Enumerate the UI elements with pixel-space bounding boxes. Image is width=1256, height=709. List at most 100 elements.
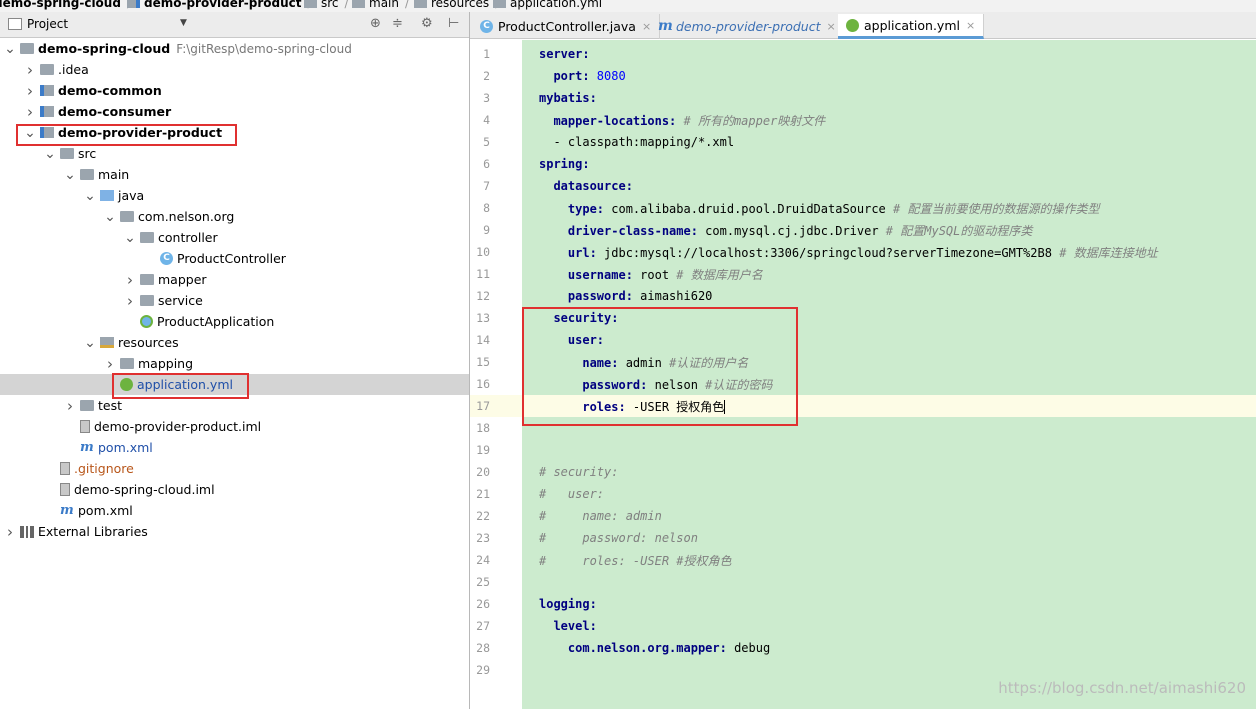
tree-node[interactable]: › mapping	[0, 353, 469, 374]
tree-node[interactable]: demo-provider-product.iml	[0, 416, 469, 437]
package-icon	[140, 295, 154, 306]
package-icon	[120, 211, 134, 222]
tree-node[interactable]: › demo-consumer	[0, 101, 469, 122]
tree-node[interactable]: › demo-common	[0, 80, 469, 101]
breadcrumb-item[interactable]: demo-spring-cloud/	[0, 0, 131, 10]
line-number: 8	[483, 201, 490, 215]
editor-tab[interactable]: C ProductController.java ×	[472, 14, 661, 39]
tree-node[interactable]: ⌄ controller	[0, 227, 469, 248]
chevron-right-icon[interactable]: ›	[124, 271, 136, 289]
code-token: # name: admin	[539, 509, 662, 523]
line-number: 19	[476, 443, 490, 457]
chevron-right-icon[interactable]: ›	[4, 523, 16, 541]
tree-node[interactable]: › External Libraries	[0, 521, 469, 542]
tree-node[interactable]: C ProductController	[0, 248, 469, 269]
hide-panel-icon[interactable]: ⊢	[448, 16, 459, 31]
folder-icon	[60, 148, 74, 159]
chevron-down-icon[interactable]: ⌄	[104, 209, 116, 225]
code-token: # security:	[539, 465, 619, 479]
breadcrumb-label: main	[369, 0, 399, 10]
tree-node[interactable]: ⌄ main	[0, 164, 469, 185]
spring-class-icon	[140, 315, 153, 328]
chevron-down-icon[interactable]: ⌄	[4, 41, 16, 57]
spring-yml-icon	[846, 18, 859, 32]
close-icon[interactable]: ×	[966, 19, 975, 32]
breadcrumb-label: application.yml	[510, 0, 603, 10]
tree-node[interactable]: ⌄ demo-spring-cloud F:\gitResp\demo-spring…	[0, 38, 469, 59]
chevron-down-icon[interactable]: ⌄	[44, 146, 56, 162]
code-token: spring:	[539, 157, 590, 171]
line-number: 10	[476, 245, 490, 259]
code-text: logging:	[539, 597, 597, 611]
tree-node-label: demo-provider-product.iml	[94, 419, 262, 434]
tree-node[interactable]: m pom.xml	[0, 437, 469, 458]
code-line: 29	[470, 659, 1256, 681]
tree-node[interactable]: m pom.xml	[0, 500, 469, 521]
chevron-down-icon[interactable]: ⌄	[84, 335, 96, 351]
tree-node[interactable]: .gitignore	[0, 458, 469, 479]
editor-tab[interactable]: application.yml ×	[838, 14, 985, 39]
project-icon	[8, 18, 22, 30]
navigation-breadcrumb: demo-spring-cloud/demo-provider-product/…	[0, 0, 1256, 12]
code-token: jdbc:mysql://localhost:3306/springcloud?…	[604, 245, 1060, 260]
code-token: mybatis:	[539, 91, 597, 105]
code-text: spring:	[539, 157, 590, 171]
chevron-down-icon[interactable]: ⌄	[64, 167, 76, 183]
chevron-down-icon[interactable]: ⌄	[124, 230, 136, 246]
breadcrumb-label: resources	[431, 0, 490, 10]
line-number: 25	[476, 575, 490, 589]
gear-icon[interactable]: ⚙	[421, 16, 433, 31]
collapse-all-icon[interactable]: ≑	[392, 16, 403, 31]
class-icon: C	[480, 20, 493, 33]
close-icon[interactable]: ×	[827, 20, 836, 33]
folder-icon	[80, 169, 94, 180]
breadcrumb-item[interactable]: src /	[304, 0, 349, 10]
code-token: level:	[539, 619, 597, 633]
chevron-right-icon[interactable]: ›	[104, 355, 116, 373]
tree-node[interactable]: demo-spring-cloud.iml	[0, 479, 469, 500]
code-token: mapper-locations:	[539, 113, 684, 128]
code-line: 24 # roles: -USER #授权角色	[470, 549, 1256, 571]
chevron-down-icon[interactable]: ▼	[180, 18, 187, 28]
line-number: 13	[476, 311, 490, 325]
breadcrumb-item[interactable]: main /	[352, 0, 409, 10]
code-text: datasource:	[539, 179, 632, 193]
code-token: # roles: -USER #授权角色	[539, 553, 732, 568]
line-number: 18	[476, 421, 490, 435]
locate-file-icon[interactable]: ⊕	[370, 16, 381, 31]
tree-node[interactable]: ⌄ com.nelson.org	[0, 206, 469, 227]
tree-node[interactable]: › .idea	[0, 59, 469, 80]
code-text: com.nelson.org.mapper: debug	[539, 641, 770, 655]
line-number: 28	[476, 641, 490, 655]
breadcrumb-item[interactable]: application.yml	[493, 0, 602, 10]
line-number: 5	[483, 135, 490, 149]
tree-node[interactable]: ⌄ src	[0, 143, 469, 164]
class-icon: C	[160, 252, 173, 265]
line-number: 22	[476, 509, 490, 523]
code-token: com.alibaba.druid.pool.DruidDataSource	[611, 201, 894, 216]
chevron-right-icon[interactable]: ›	[124, 292, 136, 310]
chevron-right-icon[interactable]: ›	[24, 61, 36, 79]
tree-node[interactable]: ⌄ java	[0, 185, 469, 206]
code-line: 25	[470, 571, 1256, 593]
tree-node[interactable]: ⌄ resources	[0, 332, 469, 353]
chevron-right-icon[interactable]: ›	[24, 103, 36, 121]
tree-node[interactable]: ProductApplication	[0, 311, 469, 332]
project-view-selector[interactable]: Project	[8, 17, 68, 31]
code-line: 20 # security:	[470, 461, 1256, 483]
breadcrumb-item[interactable]: demo-provider-product/	[127, 0, 312, 10]
editor-tab[interactable]: m demo-provider-product ×	[650, 14, 845, 39]
chevron-right-icon[interactable]: ›	[24, 82, 36, 100]
breadcrumb-item[interactable]: resources/	[414, 0, 499, 10]
file-icon	[60, 462, 70, 475]
code-line: 23 # password: nelson	[470, 527, 1256, 549]
chevron-right-icon[interactable]: ›	[64, 397, 76, 415]
chevron-down-icon[interactable]: ⌄	[84, 188, 96, 204]
line-number: 7	[483, 179, 490, 193]
line-number: 16	[476, 377, 490, 391]
tree-node[interactable]: › service	[0, 290, 469, 311]
code-line: 1 server:	[470, 43, 1256, 65]
tree-node[interactable]: › mapper	[0, 269, 469, 290]
tree-node-label: main	[98, 167, 130, 182]
module-folder-icon	[40, 85, 54, 96]
